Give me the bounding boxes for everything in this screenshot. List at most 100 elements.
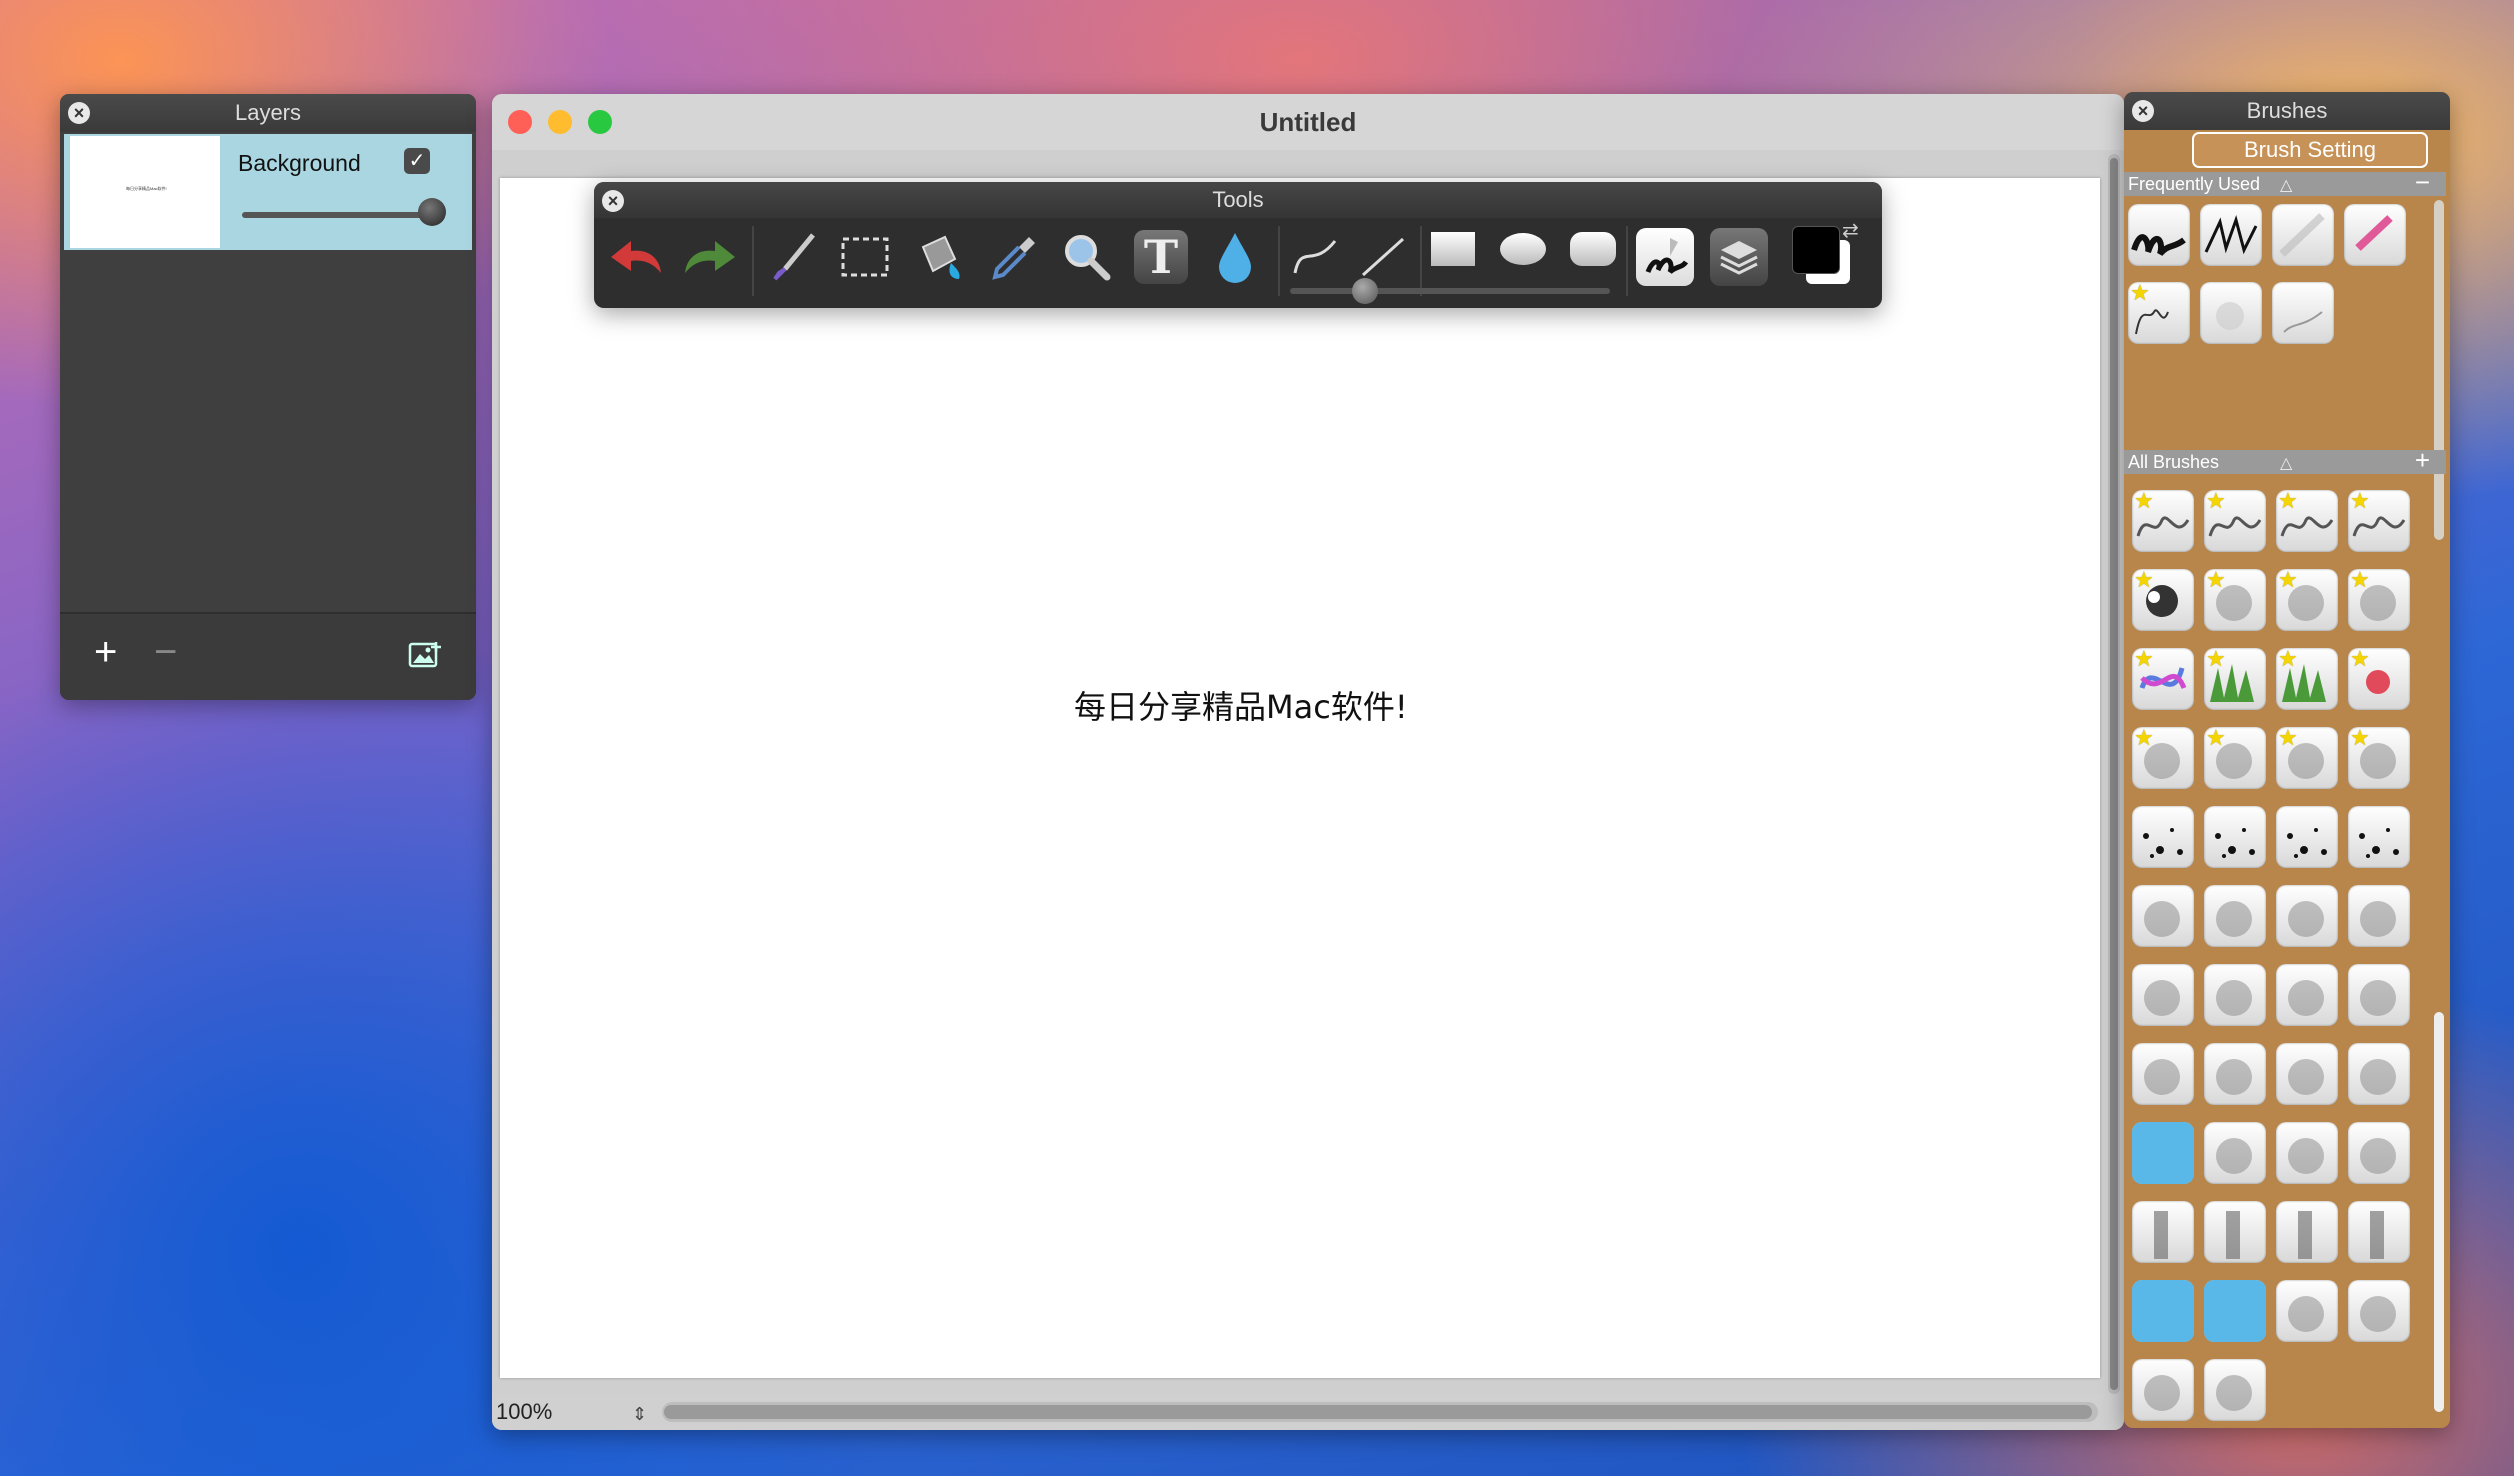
brush-thumbnail[interactable] bbox=[2276, 1201, 2338, 1263]
brush-thumbnail[interactable] bbox=[2272, 204, 2334, 266]
add-layer-button[interactable]: + bbox=[94, 632, 117, 672]
close-window-button[interactable] bbox=[508, 110, 532, 134]
curve-tool-icon[interactable] bbox=[1284, 226, 1346, 288]
magnifier-icon[interactable] bbox=[1056, 226, 1118, 288]
brush-thumbnail[interactable] bbox=[2132, 964, 2194, 1026]
brush-thumbnail[interactable] bbox=[2132, 1280, 2194, 1342]
brush-thumbnail[interactable] bbox=[2132, 1359, 2194, 1421]
text-tool-icon[interactable]: T bbox=[1130, 226, 1192, 288]
brush-setting-button[interactable]: Brush Setting bbox=[2192, 132, 2428, 168]
remove-brush-icon[interactable]: − bbox=[2415, 169, 2430, 195]
drawing-canvas[interactable]: 每日分享精品Mac软件! bbox=[500, 178, 2100, 1378]
primary-color-swatch[interactable] bbox=[1792, 226, 1840, 274]
eyedropper-icon[interactable] bbox=[982, 226, 1044, 288]
brush-thumbnail[interactable] bbox=[2276, 1043, 2338, 1105]
paintbrush-icon[interactable] bbox=[762, 226, 824, 288]
zoom-window-button[interactable] bbox=[588, 110, 612, 134]
paint-bucket-icon[interactable] bbox=[908, 226, 970, 288]
brush-thumbnail[interactable]: ★ bbox=[2348, 569, 2410, 631]
remove-layer-button[interactable]: − bbox=[154, 632, 177, 672]
brush-thumbnail[interactable] bbox=[2204, 1280, 2266, 1342]
brush-thumbnail[interactable] bbox=[2204, 1122, 2266, 1184]
brush-thumbnail[interactable] bbox=[2348, 806, 2410, 868]
marquee-select-icon[interactable] bbox=[834, 226, 896, 288]
brush-thumbnail[interactable] bbox=[2132, 1122, 2194, 1184]
brush-thumbnail[interactable]: ★ bbox=[2348, 490, 2410, 552]
tools-title-bar[interactable]: × Tools bbox=[594, 182, 1882, 218]
brush-thumbnail[interactable] bbox=[2348, 1122, 2410, 1184]
brush-thumbnail[interactable] bbox=[2204, 1043, 2266, 1105]
blur-drop-icon[interactable] bbox=[1204, 226, 1266, 288]
brush-thumbnail[interactable]: ★ bbox=[2204, 490, 2266, 552]
brush-thumbnail[interactable]: ★ bbox=[2132, 490, 2194, 552]
stroke-size-knob[interactable] bbox=[1352, 278, 1378, 304]
brush-thumbnail[interactable] bbox=[2344, 204, 2406, 266]
vertical-scroll-thumb[interactable] bbox=[2110, 158, 2118, 1390]
brush-thumbnail[interactable]: ★ bbox=[2276, 569, 2338, 631]
brush-thumbnail[interactable] bbox=[2132, 1201, 2194, 1263]
brush-thumbnail[interactable]: ★ bbox=[2204, 727, 2266, 789]
brush-thumbnail[interactable]: ★ bbox=[2348, 648, 2410, 710]
horizontal-scroll-thumb[interactable] bbox=[664, 1405, 2092, 1419]
frequently-used-header[interactable]: Frequently Used △ − bbox=[2124, 169, 2446, 198]
stroke-size-slider[interactable] bbox=[1290, 288, 1610, 294]
layers-icon[interactable] bbox=[1708, 226, 1770, 288]
all-brushes-header[interactable]: All Brushes △ + bbox=[2124, 447, 2446, 474]
brush-thumbnail[interactable]: ★ bbox=[2132, 727, 2194, 789]
close-icon[interactable]: × bbox=[68, 102, 90, 124]
brush-thumbnail[interactable] bbox=[2348, 885, 2410, 947]
brush-thumbnail[interactable]: ★ bbox=[2204, 569, 2266, 631]
brush-thumbnail[interactable] bbox=[2348, 964, 2410, 1026]
brush-thumbnail[interactable] bbox=[2276, 1280, 2338, 1342]
window-title-bar[interactable]: Untitled bbox=[492, 94, 2124, 150]
brush-thumbnail[interactable] bbox=[2200, 282, 2262, 344]
brush-thumbnail[interactable]: ★ bbox=[2276, 727, 2338, 789]
minimize-window-button[interactable] bbox=[548, 110, 572, 134]
brush-thumbnail[interactable] bbox=[2204, 1359, 2266, 1421]
brush-thumbnail[interactable]: ★ bbox=[2276, 648, 2338, 710]
brush-thumbnail[interactable] bbox=[2276, 964, 2338, 1026]
collapse-icon[interactable]: △ bbox=[2280, 174, 2292, 198]
brush-thumbnail[interactable] bbox=[2200, 204, 2262, 266]
brush-thumbnail[interactable]: ★ bbox=[2204, 648, 2266, 710]
layers-title-bar[interactable]: × Layers bbox=[60, 94, 476, 132]
zoom-field[interactable]: 100% ⇕ bbox=[496, 1398, 647, 1426]
brush-thumbnail[interactable]: ★ bbox=[2276, 490, 2338, 552]
layer-name[interactable]: Background bbox=[238, 150, 361, 177]
rounded-rect-tool-icon[interactable] bbox=[1562, 218, 1624, 280]
brush-thumbnail[interactable] bbox=[2276, 1122, 2338, 1184]
add-brush-icon[interactable]: + bbox=[2415, 447, 2430, 473]
undo-icon[interactable] bbox=[606, 226, 668, 288]
vertical-scrollbar[interactable] bbox=[2108, 154, 2120, 1394]
brush-thumbnail[interactable] bbox=[2204, 1201, 2266, 1263]
close-icon[interactable]: × bbox=[602, 190, 624, 212]
brush-thumbnail[interactable] bbox=[2348, 1043, 2410, 1105]
horizontal-scrollbar[interactable] bbox=[662, 1402, 2098, 1422]
brushes-title-bar[interactable]: × Brushes bbox=[2124, 92, 2450, 130]
brush-thumbnail[interactable] bbox=[2132, 806, 2194, 868]
brush-thumbnail[interactable]: ★ bbox=[2348, 727, 2410, 789]
swap-colors-icon[interactable]: ⇄ bbox=[1842, 218, 1859, 243]
close-icon[interactable]: × bbox=[2132, 100, 2154, 122]
color-swatches[interactable]: ⇄ bbox=[1790, 220, 1859, 288]
brush-thumbnail[interactable] bbox=[2348, 1201, 2410, 1263]
brush-thumbnail[interactable] bbox=[2204, 885, 2266, 947]
layer-visibility-checkbox[interactable]: ✓ bbox=[404, 148, 430, 174]
redo-icon[interactable] bbox=[678, 226, 740, 288]
brush-thumbnail[interactable] bbox=[2276, 885, 2338, 947]
all-brushes-scrollbar[interactable] bbox=[2434, 1012, 2444, 1412]
brush-preview-icon[interactable] bbox=[1634, 226, 1696, 288]
import-image-icon[interactable] bbox=[408, 640, 442, 675]
brush-thumbnail[interactable] bbox=[2132, 885, 2194, 947]
brush-thumbnail[interactable]: ★ bbox=[2132, 648, 2194, 710]
brush-thumbnail[interactable] bbox=[2128, 204, 2190, 266]
brush-thumbnail[interactable] bbox=[2348, 1280, 2410, 1342]
brush-thumbnail[interactable] bbox=[2132, 1043, 2194, 1105]
brush-thumbnail[interactable] bbox=[2272, 282, 2334, 344]
brush-thumbnail[interactable]: ★ bbox=[2128, 282, 2190, 344]
layer-row-background[interactable]: 每日分享精品Mac软件! Background ✓ bbox=[64, 134, 472, 250]
brush-thumbnail[interactable] bbox=[2276, 806, 2338, 868]
frequently-used-scrollbar[interactable] bbox=[2434, 200, 2444, 540]
brush-thumbnail[interactable]: ★ bbox=[2132, 569, 2194, 631]
layer-opacity-knob[interactable] bbox=[418, 198, 446, 226]
